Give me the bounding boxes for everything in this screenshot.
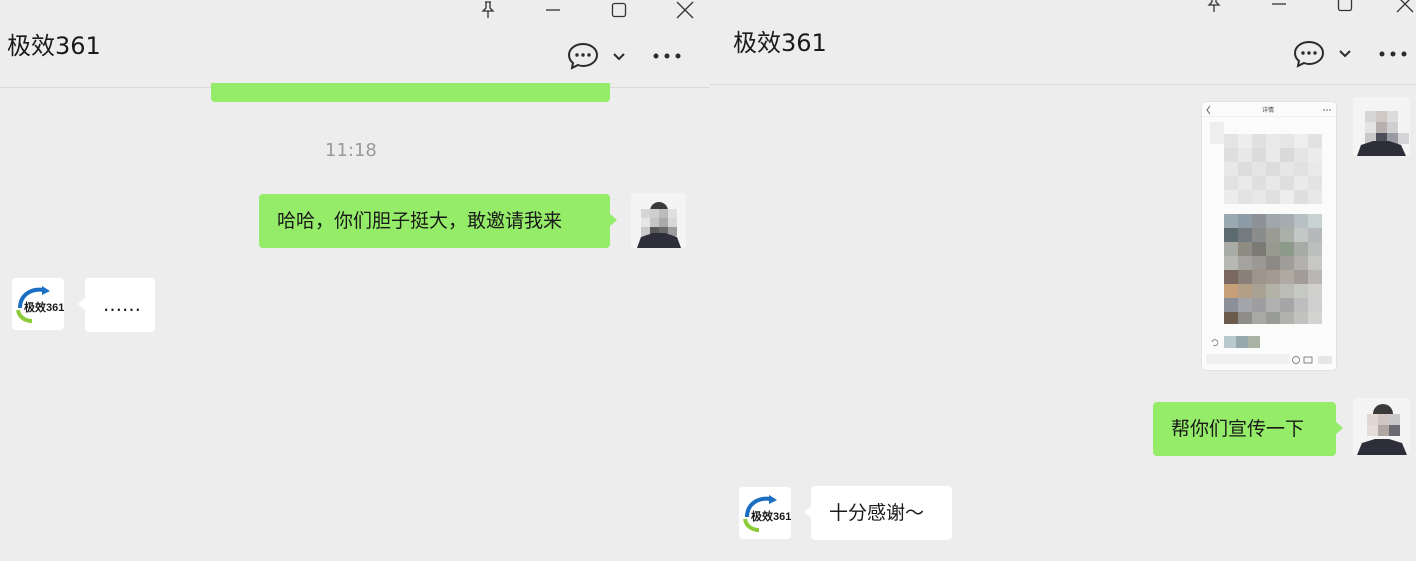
image-caption: 详情 (1262, 106, 1274, 114)
chevron-down-icon[interactable] (610, 48, 628, 66)
chevron-down-icon[interactable] (1336, 45, 1354, 63)
previous-message-bubble[interactable] (211, 83, 610, 102)
maximize-icon[interactable] (608, 0, 630, 20)
minimize-icon[interactable] (1268, 0, 1290, 14)
chat-window-left: 极效361 11:18 哈哈，你们胆子挺大，敢邀请我来 极效361 …… (0, 0, 710, 561)
logo-text: 极效361 (751, 509, 791, 523)
avatar[interactable] (1353, 97, 1410, 156)
avatar[interactable] (1353, 398, 1410, 455)
message-bubble-received[interactable]: 十分感谢～ (804, 486, 952, 540)
message-bubble-received[interactable]: …… (78, 278, 155, 332)
more-icon[interactable] (1377, 44, 1409, 64)
more-icon[interactable] (651, 46, 683, 66)
avatar-jixiao361[interactable]: 极效361 (739, 487, 791, 539)
message-bubble-sent[interactable]: 帮你们宣传一下 (1153, 402, 1343, 456)
message-bubble-sent[interactable]: 哈哈，你们胆子挺大，敢邀请我来 (259, 194, 617, 248)
chat-title: 极效361 (733, 29, 827, 57)
maximize-icon[interactable] (1334, 0, 1356, 14)
message-time: 11:18 (325, 140, 377, 161)
pin-icon[interactable] (477, 0, 499, 20)
pin-icon[interactable] (1203, 0, 1225, 14)
close-icon[interactable] (674, 0, 696, 20)
avatar[interactable] (631, 193, 686, 248)
chat-bubble-icon[interactable] (566, 41, 600, 71)
minimize-icon[interactable] (542, 0, 564, 20)
close-icon[interactable] (1394, 0, 1416, 14)
chat-bubble-icon[interactable] (1292, 39, 1326, 69)
chat-title: 极效361 (7, 32, 101, 60)
header-divider (710, 84, 1416, 85)
logo-text: 极效361 (24, 300, 64, 314)
image-message[interactable]: 详情 (1201, 101, 1337, 371)
avatar-jixiao361[interactable]: 极效361 (12, 278, 64, 330)
chat-window-right: 极效361 详情 帮你们宣传一下 极效361 十分感谢～ (710, 0, 1416, 561)
